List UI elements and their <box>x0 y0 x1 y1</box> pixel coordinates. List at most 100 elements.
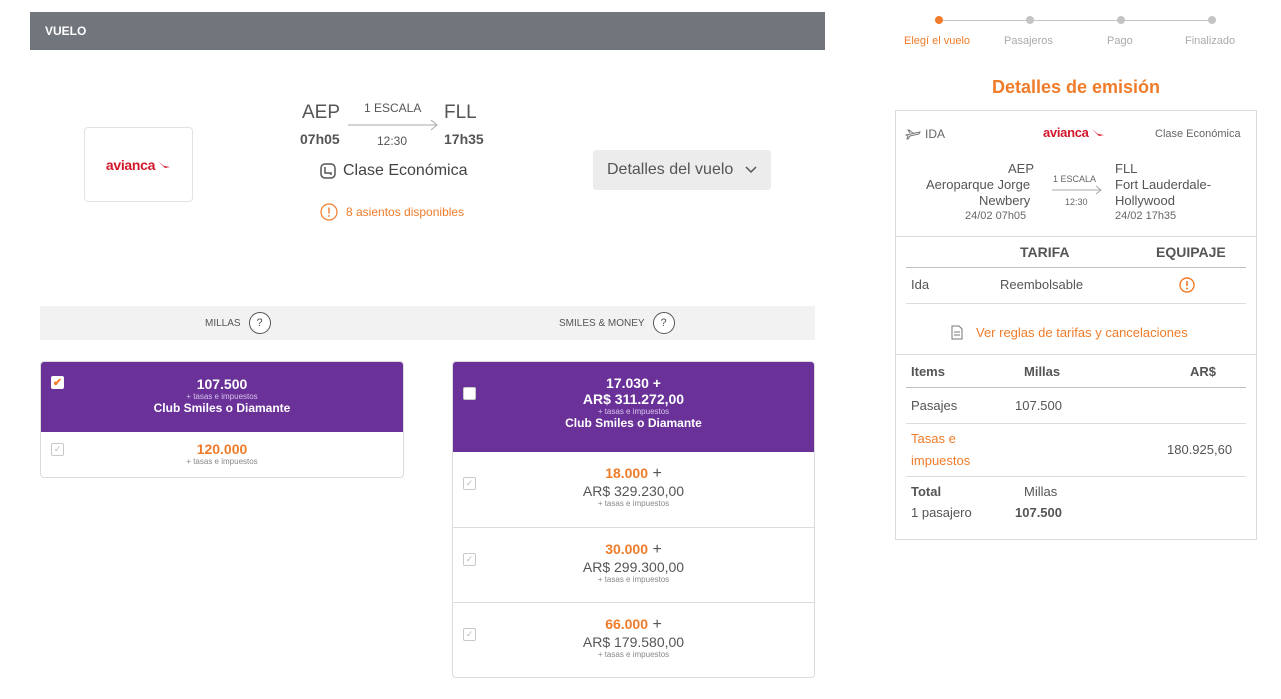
miles-amount: 18.000 <box>605 465 649 481</box>
col-equipaje: EQUIPAJE <box>1156 244 1226 260</box>
help-icon[interactable]: ? <box>248 312 271 334</box>
millas-header: Millas <box>1024 364 1061 379</box>
checkbox-checked[interactable]: ✔ <box>51 376 64 389</box>
tab-smiles-money-label: SMILES & MONEY <box>559 317 645 329</box>
miles-amount: 30.000 <box>605 541 649 557</box>
club-label: Club Smiles o Diamante <box>565 416 702 430</box>
tax-note: + tasas e impuestos <box>597 499 670 508</box>
step-dot <box>1117 16 1125 24</box>
pasajes-millas: 107.500 <box>1015 398 1062 413</box>
checkbox[interactable]: ✓ <box>463 628 476 641</box>
divider <box>906 423 1246 424</box>
money-amount: AR$ 179.580,00 <box>582 634 685 650</box>
route-arrow-icon <box>1052 185 1102 195</box>
millas-option-selected[interactable]: ✔ 107.500 + tasas e impuestos Club Smile… <box>41 362 403 432</box>
smiles-money-option[interactable]: ✓ 30.000 + AR$ 299.300,00 + tasas e impu… <box>453 527 814 602</box>
tab-smiles-money[interactable]: SMILES & MONEY ? <box>559 306 675 340</box>
smiles-money-option-selected[interactable]: 17.030 + AR$ 311.272,00 + tasas e impues… <box>453 362 814 452</box>
summary-stops: 1 ESCALA <box>1053 174 1097 184</box>
summary-origin-name: Aeroparque Jorge <box>926 177 1031 192</box>
divider <box>906 476 1246 477</box>
chevron-down-icon <box>745 166 757 174</box>
tab-millas-label: MILLAS <box>205 317 241 329</box>
airline-name: avianca <box>105 156 156 173</box>
step-dot <box>1208 16 1216 24</box>
tab-millas[interactable]: MILLAS ? <box>205 306 271 340</box>
items-header: Items <box>911 364 945 379</box>
seats-label: 8 asientos disponibles <box>346 205 465 219</box>
tax-note: + tasas e impuestos <box>597 650 670 659</box>
tax-note: + tasas e impuestos <box>597 407 670 416</box>
plus-sign: + <box>652 616 662 633</box>
millas-options-card: ✔ 107.500 + tasas e impuestos Club Smile… <box>40 361 404 478</box>
total-label: Total <box>911 484 942 499</box>
money-amount: AR$ 311.272,00 <box>582 391 685 407</box>
origin-code: AEP <box>302 102 341 123</box>
plus-sign: + <box>652 541 662 558</box>
seat-icon <box>320 163 336 179</box>
warning-icon <box>320 203 338 221</box>
direction-label: IDA <box>905 127 945 141</box>
avianca-bird-icon <box>1091 128 1104 136</box>
summary-dest-name: Fort Lauderdale- <box>1115 177 1212 192</box>
origin-time: 07h05 <box>300 131 340 147</box>
tasas-ars: 180.925,60 <box>1167 442 1233 457</box>
total-passengers: 1 pasajero <box>911 505 972 520</box>
summary-origin-datetime: 24/02 07h05 <box>965 210 1027 222</box>
summary-dest-code: FLL <box>1115 161 1138 176</box>
smiles-money-option[interactable]: ✓ 66.000 + AR$ 179.580,00 + tasas e impu… <box>453 602 814 677</box>
divider <box>906 303 1246 304</box>
airline-logo: avianca <box>106 157 171 173</box>
summary-title: Detalles de emisión <box>991 77 1161 97</box>
checkbox[interactable] <box>463 387 476 400</box>
seats-available: 8 asientos disponibles <box>320 203 464 221</box>
destination-time: 17h35 <box>444 131 484 147</box>
smiles-money-options-card: 17.030 + AR$ 311.272,00 + tasas e impues… <box>452 361 815 678</box>
miles-amount: 66.000 <box>605 616 649 632</box>
ars-header: AR$ <box>1190 364 1217 379</box>
flight-details-button[interactable]: Detalles del vuelo <box>593 150 771 190</box>
tax-note: + tasas e impuestos <box>597 575 670 584</box>
club-label: Club Smiles o Diamante <box>153 401 291 415</box>
smiles-money-option[interactable]: ✓ 18.000 + AR$ 329.230,00 + tasas e impu… <box>453 452 814 527</box>
money-amount: AR$ 329.230,00 <box>582 483 685 499</box>
route-arrow-icon <box>348 119 438 131</box>
checkbox[interactable]: ✓ <box>51 443 64 456</box>
help-icon[interactable]: ? <box>652 312 675 334</box>
miles-amount: 17.030 + <box>606 375 661 391</box>
col-tarifa: TARIFA <box>1020 244 1070 260</box>
divider <box>906 387 1246 388</box>
step-dot-active <box>935 16 943 24</box>
cabin-class: Clase Económica <box>1155 128 1241 140</box>
tasas-label: impuestos <box>911 453 971 468</box>
tax-note: + tasas e impuestos <box>186 457 258 466</box>
summary-dest-name: Hollywood <box>1115 193 1175 208</box>
airline-name: avianca <box>1043 125 1089 140</box>
fare-type: Reembolsable <box>1000 277 1084 292</box>
total-millas-label: Millas <box>1024 484 1058 499</box>
flight-details-label: Detalles del vuelo <box>607 161 734 178</box>
airline-logo-box: avianca <box>84 127 193 202</box>
summary-origin-name: Newbery <box>979 193 1031 208</box>
checkbox[interactable]: ✓ <box>463 553 476 566</box>
divider <box>896 354 1256 355</box>
summary-origin-code: AEP <box>1008 161 1035 176</box>
millas-option[interactable]: ✓ 120.000 + tasas e impuestos <box>41 432 403 477</box>
checkbox[interactable]: ✓ <box>463 477 476 490</box>
section-header: VUELO <box>30 12 825 50</box>
stepper-track <box>938 20 1212 21</box>
plus-sign: + <box>652 465 662 482</box>
stops-label: 1 ESCALA <box>364 101 422 115</box>
document-icon <box>951 325 963 340</box>
step-dot <box>1026 16 1034 24</box>
fare-leg: Ida <box>911 277 930 292</box>
fare-rules-link[interactable]: Ver reglas de tarifas y cancelaciones <box>951 325 1188 340</box>
step-label: Finalizado <box>1185 35 1236 47</box>
emission-details-panel: IDA avianca Clase Económica AEP Aeroparq… <box>895 110 1257 540</box>
payment-tabs: MILLAS ? SMILES & MONEY ? <box>40 306 815 340</box>
money-amount: AR$ 299.300,00 <box>582 559 685 575</box>
fare-rules-label: Ver reglas de tarifas y cancelaciones <box>976 325 1188 340</box>
summary-dest-datetime: 24/02 17h35 <box>1115 210 1177 222</box>
direction-text: IDA <box>925 127 946 141</box>
baggage-warning-icon[interactable] <box>1179 277 1195 293</box>
